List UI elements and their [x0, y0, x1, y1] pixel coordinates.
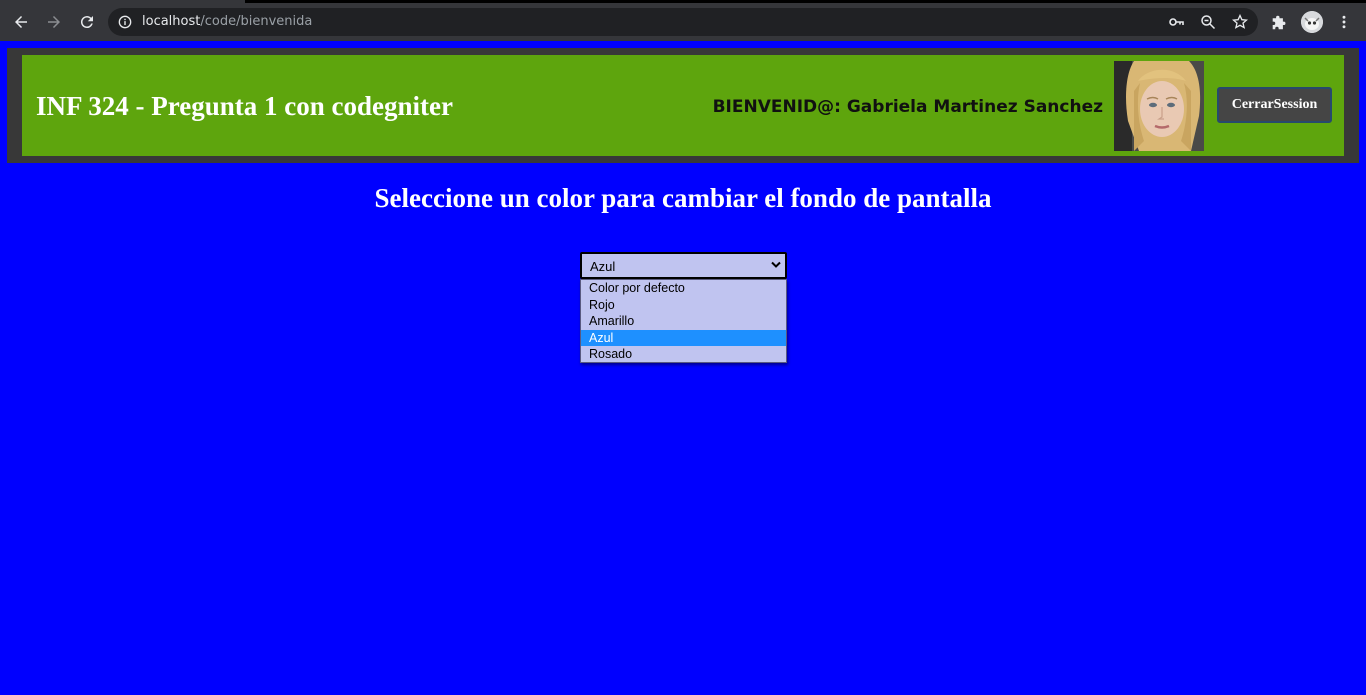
- color-option-default[interactable]: Color por defecto: [581, 280, 786, 297]
- chrome-menu-button[interactable]: [1334, 12, 1354, 32]
- puzzle-icon: [1272, 15, 1285, 29]
- logout-button[interactable]: CerrarSession: [1217, 87, 1332, 123]
- color-option-red[interactable]: Rojo: [581, 297, 786, 314]
- forward-button[interactable]: [42, 10, 66, 34]
- color-option-blue[interactable]: Azul: [581, 329, 786, 346]
- key-icon[interactable]: [1168, 14, 1184, 30]
- welcome-message: BIENVENID@: Gabriela Martinez Sanchez: [712, 97, 1103, 117]
- page-title: INF 324 - Pregunta 1 con codegniter: [36, 91, 453, 121]
- profile-avatar-icon: [1301, 11, 1323, 33]
- user-profile-photo: [1114, 61, 1204, 151]
- back-button[interactable]: [9, 10, 33, 34]
- address-bar[interactable]: localhost/code/bienvenida: [108, 8, 1258, 36]
- extensions-button[interactable]: [1269, 12, 1289, 32]
- star-icon[interactable]: [1232, 14, 1248, 30]
- info-icon[interactable]: [118, 15, 132, 29]
- color-select-value: Azul: [590, 259, 616, 274]
- user-photo-illustration: [1114, 61, 1204, 151]
- main-heading: Seleccione un color para cambiar el fond…: [374, 183, 992, 213]
- url-text: localhost/code/bienvenida: [142, 14, 313, 29]
- color-option-pink[interactable]: Rosado: [581, 346, 786, 363]
- arrow-right-icon: [48, 16, 60, 28]
- reload-button[interactable]: [75, 10, 99, 34]
- browser-toolbar: localhost/code/bienvenida: [0, 3, 1366, 41]
- reload-icon: [80, 16, 93, 29]
- zoom-icon[interactable]: [1200, 14, 1216, 30]
- profile-avatar-button[interactable]: [1301, 11, 1323, 33]
- header-bar: INF 324 - Pregunta 1 con codegniter BIEN…: [22, 55, 1344, 156]
- color-select[interactable]: Azul: [580, 252, 787, 279]
- color-option-yellow[interactable]: Amarillo: [581, 313, 786, 330]
- chevron-down-icon: [771, 261, 781, 268]
- color-dropdown-list: Color por defecto Rojo Amarillo Azul Ros…: [580, 279, 787, 363]
- page-header: INF 324 - Pregunta 1 con codegniter BIEN…: [7, 48, 1359, 163]
- more-vertical-icon: [1342, 15, 1346, 29]
- arrow-left-icon: [15, 16, 27, 28]
